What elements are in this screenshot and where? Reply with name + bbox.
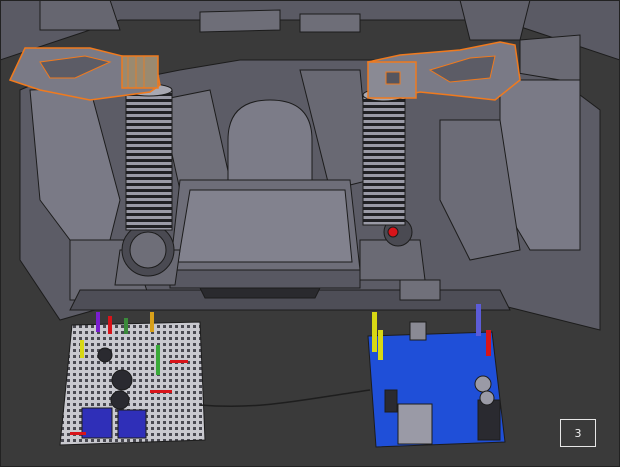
3d-viewport[interactable]: 3: [0, 0, 620, 467]
arduino-board[interactable]: [367, 304, 506, 448]
layer-indicator[interactable]: 3: [560, 419, 596, 447]
left-spring-column[interactable]: [125, 83, 173, 231]
red-led[interactable]: [387, 226, 399, 238]
wire: [199, 389, 371, 408]
breadboard[interactable]: [59, 312, 206, 446]
right-spring-column[interactable]: [362, 88, 406, 226]
scene-render[interactable]: [0, 0, 620, 467]
right-robot-arm[interactable]: [367, 41, 521, 101]
